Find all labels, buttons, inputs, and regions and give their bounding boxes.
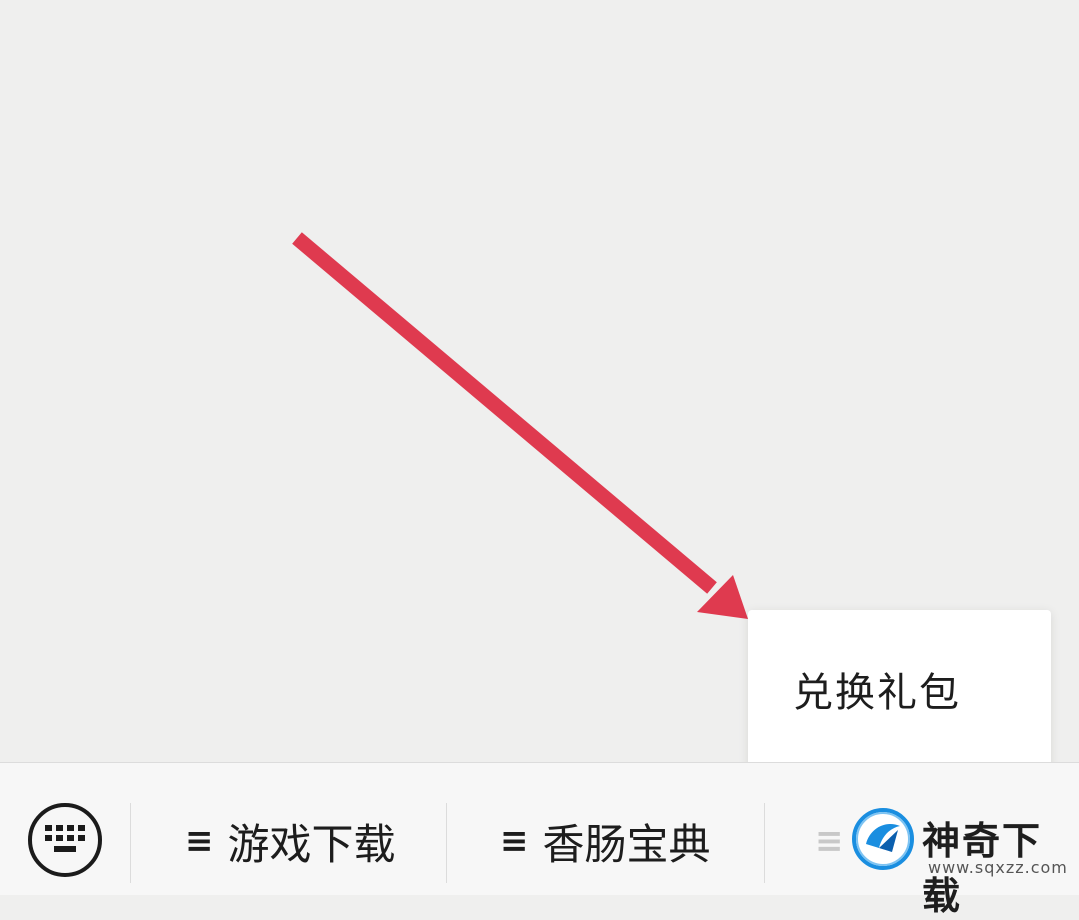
menu-tab-sausage-guide[interactable]: ≡ 香肠宝典 (500, 811, 711, 871)
keyboard-toggle-button[interactable] (28, 803, 102, 877)
menu-tab-game-download[interactable]: ≡ 游戏下载 (185, 811, 396, 871)
menu-lines-icon: ≡ (185, 821, 214, 861)
menu-tab-label: 游戏下载 (227, 819, 396, 869)
menu-tab-label: 香肠宝典 (542, 819, 711, 869)
site-watermark: 神奇下载 www.sqxzz.com (852, 800, 1079, 918)
keyboard-icon (45, 825, 85, 852)
menu-lines-icon: ≡ (815, 821, 844, 861)
site-url: www.sqxzz.com (928, 858, 1068, 877)
site-logo-icon (852, 808, 914, 870)
menu-divider (764, 803, 765, 883)
redeem-gift-pack-item[interactable]: 兑换礼包 (793, 660, 961, 718)
menu-lines-icon: ≡ (500, 821, 529, 861)
menu-divider (446, 803, 447, 883)
popup-menu: 兑换礼包 (748, 610, 1051, 770)
menu-divider (130, 803, 131, 883)
